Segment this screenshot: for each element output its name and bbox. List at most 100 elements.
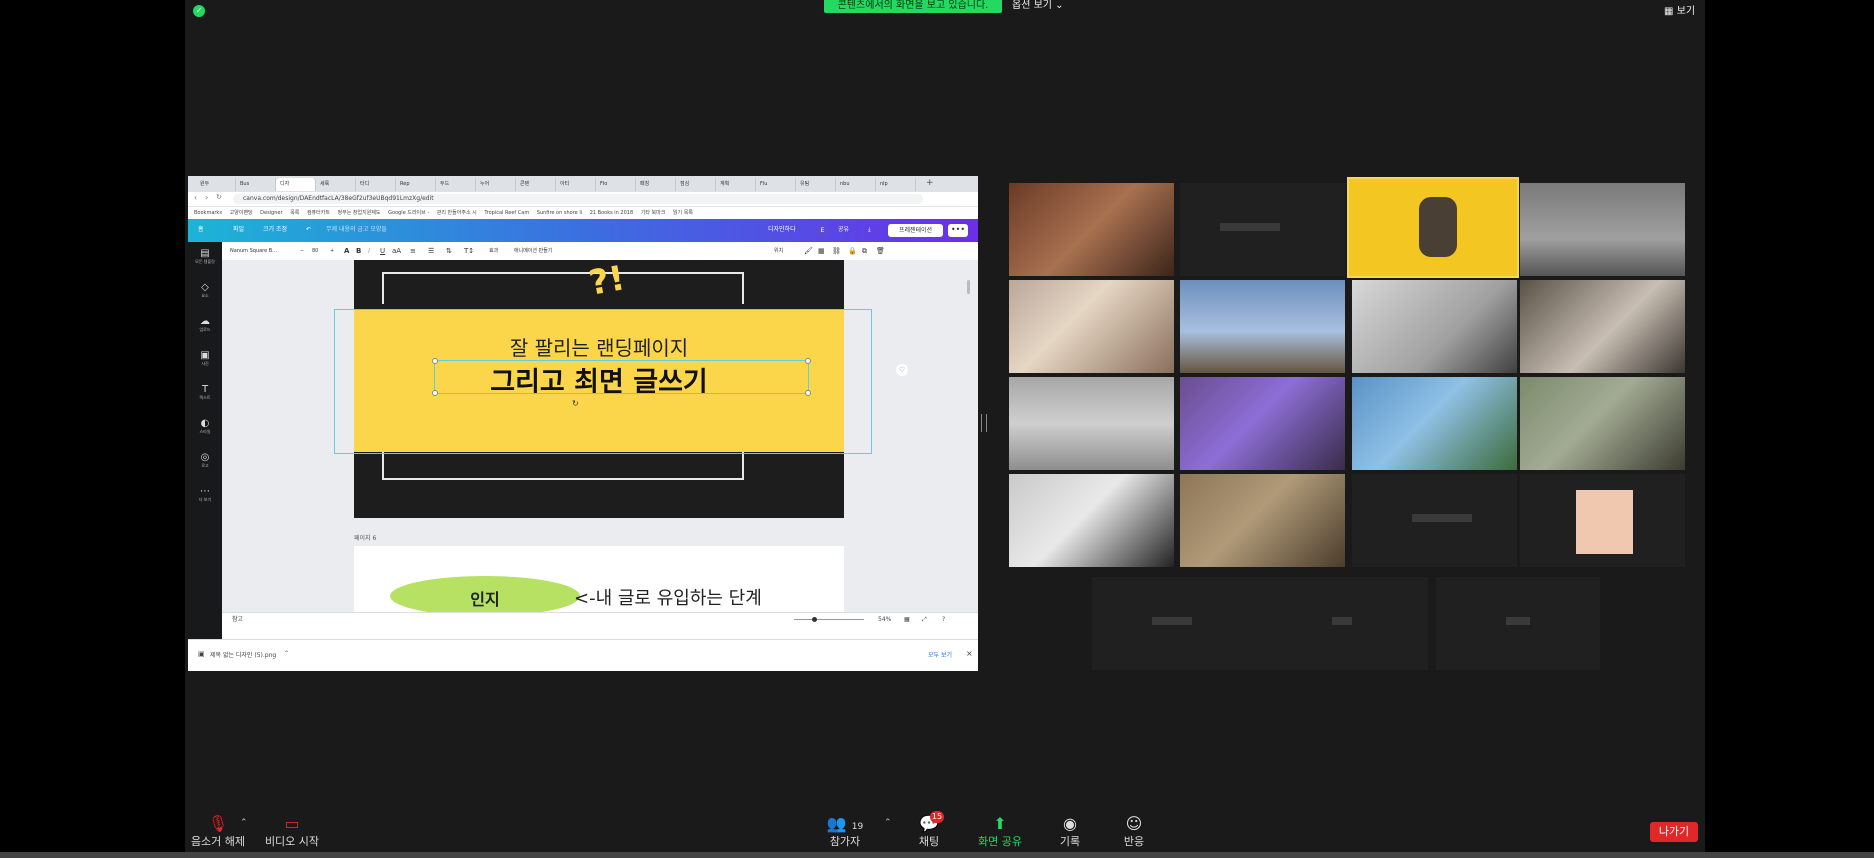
url-input[interactable]: canva.com/design/DAEndtfacLA/38eGf2uf3eU… [233,194,923,204]
browser-tab[interactable]: Flo [596,178,636,191]
video-button[interactable]: ▭ 비디오 시작 [262,815,322,849]
participant-tile[interactable] [1009,474,1174,567]
browser-tab[interactable]: 누어 [476,178,516,191]
transparency-icon[interactable]: ▦ [818,242,825,260]
canva-file-menu[interactable]: 파일 [233,224,244,236]
lock-icon[interactable]: 🔒 [848,242,857,260]
browser-tab[interactable]: Rep [396,178,436,191]
bookmark[interactable]: 정부는 창업지원제도 [338,210,381,216]
bookmark[interactable]: 기타 북마크 [641,210,666,216]
canva-resize-menu[interactable]: 크기 조정 [263,224,287,236]
browser-tab[interactable]: 콘텐 [516,178,556,191]
bookmark[interactable]: Designer [260,210,282,216]
show-all-link[interactable]: 모두 보기 [928,650,952,659]
download-icon[interactable]: ⤓ [868,224,871,236]
font-size-decrease[interactable]: − [300,242,304,260]
duplicate-icon[interactable]: ⧉ [862,242,867,260]
shield-icon[interactable]: ✓ [193,5,205,17]
participant-tile[interactable] [1180,474,1345,567]
participant-tile[interactable] [1352,474,1517,567]
resize-handle[interactable] [432,390,438,396]
notes-button[interactable]: 참고 [232,613,243,626]
resize-handle[interactable] [432,358,438,364]
delete-icon[interactable]: 🗑 [876,242,885,260]
help-icon[interactable]: ? [942,613,945,626]
sidebar-item-text[interactable]: T 텍스트 [190,384,220,401]
participant-tile[interactable] [1520,377,1685,470]
undo-icon[interactable]: ↶ [306,224,311,236]
browser-tab[interactable]: 원두 [196,178,236,191]
share-screen-button[interactable]: ⬆ 화면 공유 [970,815,1030,849]
sidebar-item-more[interactable]: ⋯ 더 보기 [190,486,220,503]
text-color-icon[interactable]: A [344,242,349,260]
vertical-text-icon[interactable]: T↕ [464,242,474,260]
font-size-increase[interactable]: + [330,242,334,260]
avatar[interactable]: E [816,224,829,237]
split-handle[interactable] [981,414,987,432]
list-icon[interactable]: ☰ [428,242,434,260]
participant-tile[interactable] [1520,280,1685,373]
bookmark[interactable]: Sunfire on shore li [537,210,582,216]
record-button[interactable]: ◉ 기록 [1040,815,1100,849]
italic-icon[interactable]: I [368,242,370,260]
bold-icon[interactable]: B [356,242,361,260]
bookmark[interactable]: 고양이펜딩 [230,210,253,216]
paint-format-icon[interactable]: 🖌 [804,242,813,260]
case-icon[interactable]: aA [392,242,401,260]
zoom-slider-thumb[interactable] [812,617,817,622]
zoom-level[interactable]: 54% [878,613,891,626]
bookmark[interactable]: 읽기 목록 [673,210,693,216]
view-button[interactable]: ▦ 보기 [1664,2,1695,17]
participant-tile[interactable] [1180,377,1345,470]
comment-icon[interactable]: ♡ [896,364,908,376]
resize-handle[interactable] [805,358,811,364]
sidebar-item-elements[interactable]: ◇ 요소 [190,282,220,299]
browser-tab[interactable]: 유팀 [796,178,836,191]
chat-button[interactable]: 💬 채팅 [899,815,959,849]
participant-tile[interactable] [1009,183,1174,276]
participant-tile[interactable] [1180,280,1345,373]
browser-tab-active[interactable]: 디자 [276,178,316,191]
browser-tab[interactable]: 타디 [356,178,396,191]
browser-tab[interactable]: 점심 [676,178,716,191]
spacing-icon[interactable]: ⇅ [446,242,452,260]
rotate-icon[interactable]: ↻ [572,399,579,408]
bookmark[interactable]: 21 Books in 2018 [590,210,633,216]
underline-icon[interactable]: U [380,242,385,260]
link-icon[interactable]: ⛓ [832,242,841,260]
participants-button[interactable]: 👥 19 참가자 [815,815,875,849]
participant-tile[interactable] [1009,280,1174,373]
more-icon[interactable]: ••• [948,224,968,237]
bookmark[interactable]: 관리 만들어주소 시 [437,210,477,216]
participant-tile[interactable] [1352,377,1517,470]
sidebar-item-logos[interactable]: ◎ 로고 [190,452,220,469]
browser-tab[interactable]: 계획 [716,178,756,191]
bookmark[interactable]: Tropical Reef Cam [484,210,529,216]
bookmark[interactable]: 컴퓨터카트 [307,210,330,216]
slide-subtitle[interactable]: 잘 팔리는 랜딩페이지 [354,332,844,361]
participant-tile[interactable] [1092,577,1428,670]
participant-tile[interactable] [1520,183,1685,276]
sidebar-item-templates[interactable]: ▤ 모든 템플릿 [190,248,220,265]
mute-button[interactable]: 🎙 음소거 해제 [188,815,248,849]
fullscreen-icon[interactable]: ⤢ [922,613,927,626]
participant-tile[interactable] [1352,280,1517,373]
font-select[interactable]: Nanum Square B... [230,242,277,260]
browser-tab[interactable]: 아티 [556,178,596,191]
bookmark[interactable]: 목록 [290,210,299,216]
sidebar-item-uploads[interactable]: ☁ 업로드 [190,316,220,333]
browser-tab[interactable]: nlp [876,178,916,191]
back-icon[interactable]: ‹ [194,193,197,202]
browser-tab[interactable]: 두드 [436,178,476,191]
animate-button[interactable]: 애니메이션 만들기 [514,242,552,260]
align-icon[interactable]: ≡ [410,242,416,260]
next-slide[interactable]: 인지 <-내 글로 유입하는 단계 [354,546,844,612]
bottom-scrollbar[interactable] [0,852,1874,858]
sidebar-item-styles[interactable]: ◐ 스타일 [190,418,220,435]
font-size-input[interactable]: 80 [312,242,318,260]
present-button[interactable]: 프레젠테이션 [888,224,943,237]
new-tab-icon[interactable]: + [926,178,934,188]
browser-tab[interactable]: nbu [836,178,876,191]
effects-button[interactable]: 효과 [489,242,498,260]
download-file-name[interactable]: 제목 없는 디자인 (5).png [210,650,276,659]
